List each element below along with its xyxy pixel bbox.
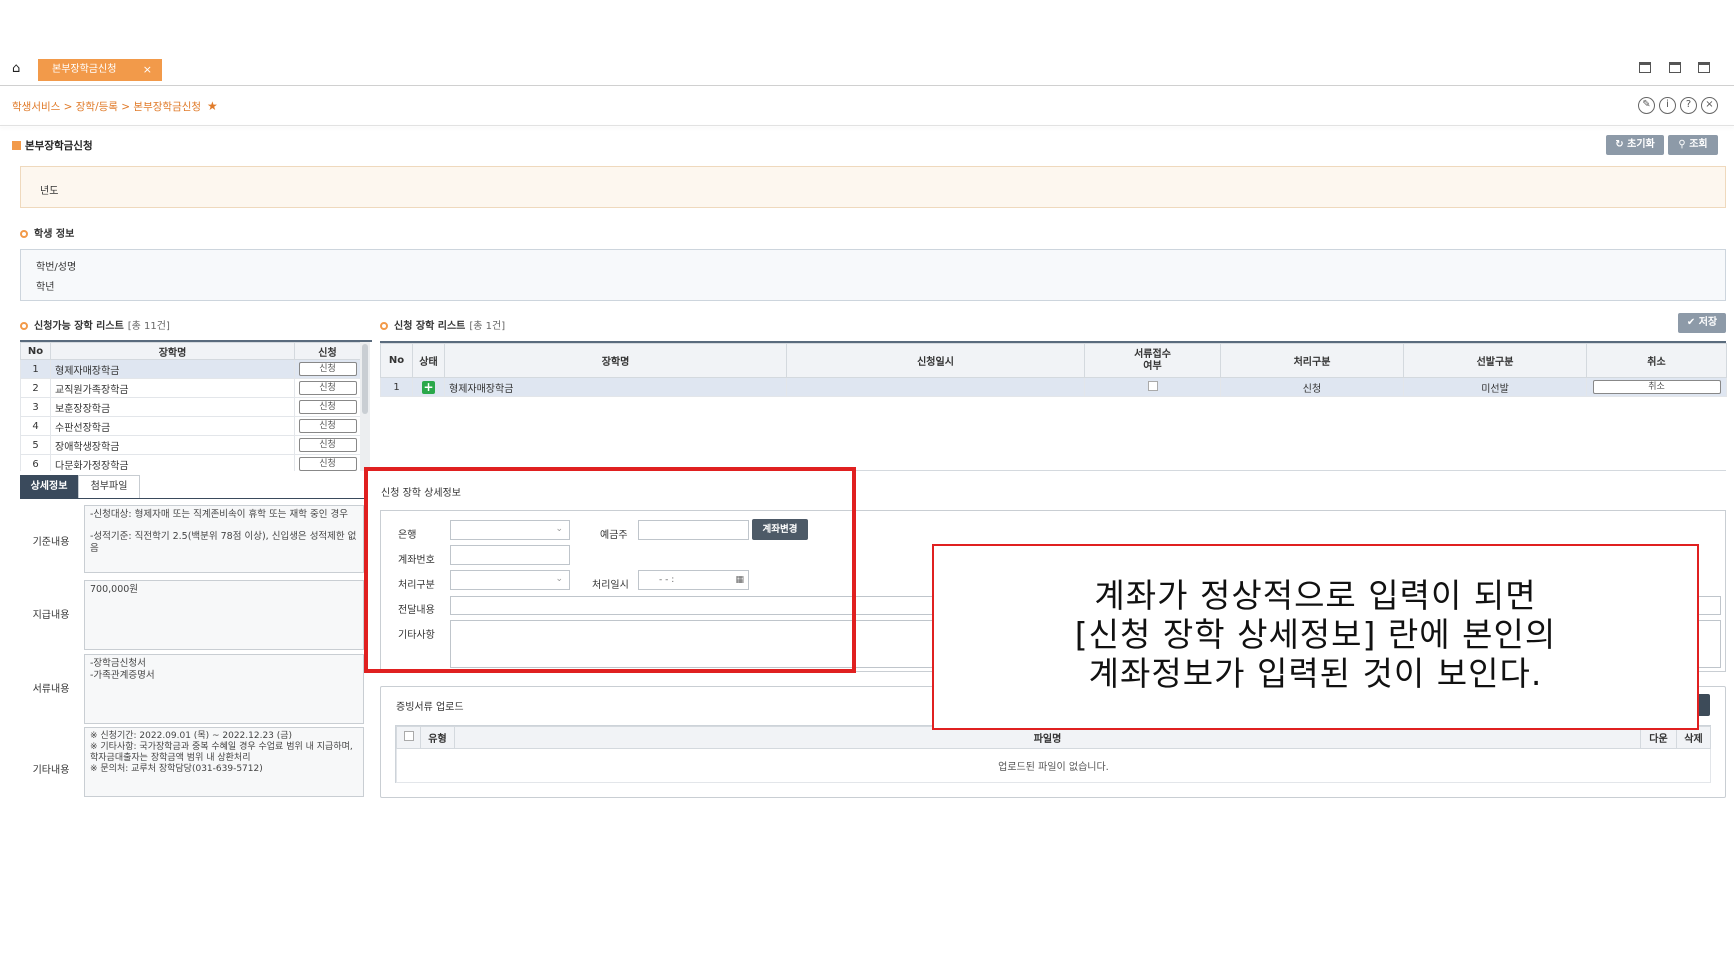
select-all-checkbox[interactable] xyxy=(403,731,414,741)
col-apply-date: 신청일시 xyxy=(786,343,1085,378)
search-button[interactable]: ⚲ 조회 xyxy=(1668,135,1718,155)
basic-info-label: 기준내용 xyxy=(32,537,70,548)
reset-button[interactable]: ↻ 초기화 xyxy=(1606,135,1664,155)
etc-info-label: 기타내용 xyxy=(32,765,70,776)
applied-list-title: 신청 장학 리스트 [총 1건] xyxy=(380,317,505,332)
id-name-label: 학번/성명 xyxy=(36,262,77,273)
home-icon[interactable]: ⌂ xyxy=(12,62,26,76)
table-row[interactable]: 1 + 형제자매장학금 신청 미선발 취소 xyxy=(380,377,1727,397)
payment-box: 700,000원 xyxy=(84,580,364,650)
apply-button[interactable]: 신청 xyxy=(298,381,357,395)
window-settings-icon[interactable] xyxy=(1698,62,1710,73)
apply-button[interactable]: 신청 xyxy=(298,457,357,471)
col-no: No xyxy=(20,342,51,360)
help-icon[interactable]: ? xyxy=(1680,97,1697,114)
highlight-box xyxy=(364,467,856,673)
table-row[interactable]: 4 수판선장학금 신청 xyxy=(20,416,361,436)
col-process: 처리구분 xyxy=(1220,343,1404,378)
annotation-text: 계좌가 정상적으로 입력이 되면 [신청 장학 상세정보] 란에 본인의 계좌정… xyxy=(1074,576,1557,693)
window-new-icon[interactable] xyxy=(1669,62,1681,73)
etc-info-box: ※ 신청기간: 2022.09.01 (목) ~ 2022.12.23 (금) … xyxy=(84,727,364,797)
col-name: 장학명 xyxy=(444,343,787,378)
list-scrollbar[interactable] xyxy=(360,342,370,471)
documents-label: 서류내용 xyxy=(32,684,70,695)
col-selection: 선발구분 xyxy=(1403,343,1587,378)
save-button[interactable]: ✔ 저장 xyxy=(1678,313,1726,333)
title-square-icon xyxy=(12,141,21,150)
table-row[interactable]: 6 다문화가정장학금 신청 xyxy=(20,454,361,471)
tab-detail[interactable]: 상세정보 xyxy=(20,475,78,499)
edit-icon[interactable]: ✎ xyxy=(1638,97,1655,114)
col-cancel: 취소 xyxy=(1586,343,1727,378)
tab-close-icon[interactable]: × xyxy=(143,59,152,81)
bullet-icon xyxy=(380,322,388,330)
year-filter-panel xyxy=(20,166,1726,208)
col-doc-received: 서류접수 여부 xyxy=(1084,343,1221,378)
apply-button[interactable]: 신청 xyxy=(298,419,357,433)
table-row[interactable]: 5 장애학생장학금 신청 xyxy=(20,435,361,455)
available-list-title: 신청가능 장학 리스트 [총 11건] xyxy=(20,317,170,332)
tab-scholarship-apply[interactable]: 본부장학금신청 × xyxy=(38,59,162,81)
apply-button[interactable]: 신청 xyxy=(298,362,357,376)
student-info-panel xyxy=(20,249,1726,301)
table-row[interactable]: 1 형제자매장학금 신청 xyxy=(20,359,361,379)
payment-label: 지급내용 xyxy=(32,610,70,621)
col-apply: 신청 xyxy=(294,342,361,360)
documents-box: -장학금신청서 -가족관계증명서 xyxy=(84,654,364,724)
plus-icon[interactable]: + xyxy=(422,380,435,394)
upload-title: 증빙서류 업로드 xyxy=(396,702,464,713)
bullet-icon xyxy=(20,322,28,330)
year-label: 년도 xyxy=(40,186,59,197)
breadcrumb-text[interactable]: 학생서비스 > 장학/등록 > 본부장학금신청 xyxy=(12,101,201,113)
tab-label: 본부장학금신청 xyxy=(52,64,117,75)
empty-message: 업로드된 파일이 없습니다. xyxy=(396,748,1711,783)
student-info-title: 학생 정보 xyxy=(20,225,74,240)
available-list-table: No 장학명 신청 1 형제자매장학금 신청 2 교직원가족장학금 신청 3 보… xyxy=(20,340,372,471)
close-icon[interactable]: × xyxy=(1701,97,1718,114)
info-icon[interactable]: i xyxy=(1659,97,1676,114)
page-title: 본부장학금신청 xyxy=(12,138,93,153)
col-name: 장학명 xyxy=(50,342,295,360)
breadcrumb-divider xyxy=(0,125,1734,126)
applied-list-table: No 상태 장학명 신청일시 서류접수 여부 처리구분 선발구분 취소 1 + … xyxy=(380,341,1727,471)
scrollbar-thumb[interactable] xyxy=(362,344,368,414)
favorite-star-icon[interactable]: ★ xyxy=(207,99,218,113)
breadcrumb: 학생서비스 > 장학/등록 > 본부장학금신청 ★ xyxy=(12,98,218,114)
table-row[interactable]: 3 보훈장장학금 신청 xyxy=(20,397,361,417)
tab-underline xyxy=(20,498,364,499)
tab-attachments[interactable]: 첨부파일 xyxy=(78,475,140,499)
top-tab-bar xyxy=(0,52,1734,86)
col-no: No xyxy=(380,343,413,378)
basic-info-box: -신청대상: 형제자매 또는 직계존비속이 휴학 또는 재학 중인 경우 -성적… xyxy=(84,505,364,573)
bullet-icon xyxy=(20,230,28,238)
grade-label: 학년 xyxy=(36,282,55,293)
doc-received-checkbox[interactable] xyxy=(1147,380,1158,391)
apply-button[interactable]: 신청 xyxy=(298,400,357,414)
col-status: 상태 xyxy=(412,343,445,378)
cancel-button[interactable]: 취소 xyxy=(1592,380,1721,394)
col-type: 유형 xyxy=(420,726,455,749)
apply-button[interactable]: 신청 xyxy=(298,438,357,452)
upload-table: 유형 파일명 다운 삭제 업로드된 파일이 없습니다. xyxy=(395,725,1711,783)
table-row[interactable]: 2 교직원가족장학금 신청 xyxy=(20,378,361,398)
window-restore-icon[interactable] xyxy=(1639,62,1651,73)
